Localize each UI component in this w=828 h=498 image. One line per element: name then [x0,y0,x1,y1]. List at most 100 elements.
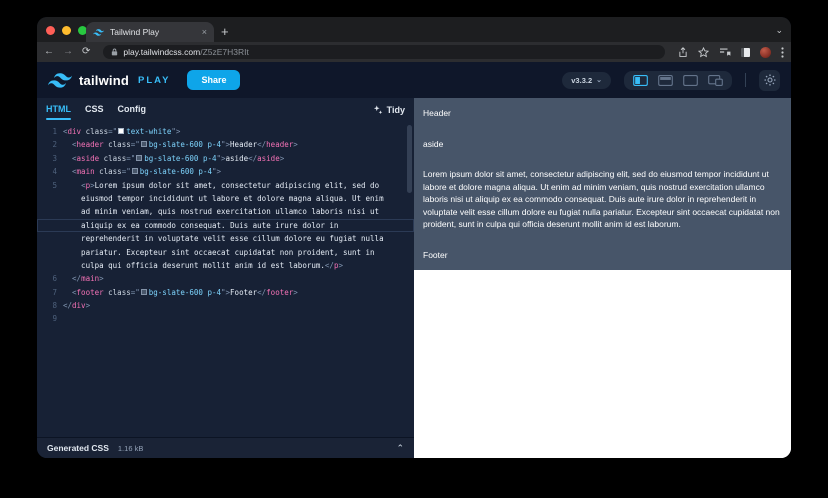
tailwind-play-logo[interactable]: tailwind PLAY [48,73,170,88]
code-text: <header class=" bg-slate-600 p-4">Header<… [72,140,298,150]
code-row[interactable]: culpa qui officia deserunt mollit anim i… [37,259,414,272]
code-editor[interactable]: 1 <div class=" text-white"> 2 <header class… [37,122,414,437]
code-text: <main class=" bg-slate-600 p-4"> [72,167,222,177]
color-swatch[interactable] [118,128,125,134]
line-number: 6 [52,274,57,284]
overflow-menu-icon[interactable] [781,46,784,58]
line-number: 8 [52,301,57,311]
line-number: 9 [52,314,57,324]
code-text: reprehenderit in voluptate velit esse ci… [63,234,384,244]
line-number: 1 [52,127,57,136]
line-number [37,205,57,218]
share-button[interactable]: Share [187,70,241,90]
refresh-icon[interactable]: ⟳ [82,47,90,57]
address-bar[interactable]: play.tailwindcss.com/Z5zE7H3RIt [103,45,665,59]
code-row[interactable]: 4 <main class=" bg-slate-600 p-4"> [37,165,414,178]
playground-body: HTML CSS Config Tidy 1 <div class=" text-whi… [37,98,791,458]
playground-header: tailwind PLAY Share v3.3.2 ⌄ [37,62,791,98]
brand-name: tailwind [79,72,129,88]
browser-tab-strip: Tailwind Play × + ⌄ [37,17,791,42]
line-number: 3 [52,153,57,163]
editor-tab-bar: HTML CSS Config Tidy [37,98,414,122]
tab-config[interactable]: Config [118,98,147,122]
preview-footer-block: Footer [414,239,791,270]
color-swatch[interactable] [140,288,147,295]
code-text: eiusmod tempor incididunt ut labore et d… [63,193,384,203]
traffic-lights [46,26,87,35]
layout-switcher [624,70,732,90]
browser-tab[interactable]: Tailwind Play × [86,22,214,42]
code-row[interactable]: 3 <aside class=" bg-slate-600 p-4">aside<… [37,152,414,165]
tab-html[interactable]: HTML [46,98,71,122]
line-number [37,259,57,272]
layout-split-horizontal-icon[interactable] [658,74,673,86]
sun-icon [763,74,776,86]
url-path: /Z5zE7H3RIt [200,47,249,57]
generated-css-size: 1.16 kB [117,443,144,453]
brand-suffix: PLAY [138,74,171,86]
close-window-button[interactable] [46,26,55,35]
code-row[interactable]: reprehenderit in voluptate velit esse ci… [37,232,414,245]
code-row[interactable]: 6 </main> [37,272,414,285]
forward-icon[interactable]: → [63,47,73,57]
line-number [37,192,57,205]
code-row[interactable]: 8 </div> [37,299,414,312]
bookmark-star-icon[interactable] [698,46,709,58]
editor-scrollbar[interactable] [407,125,412,193]
minimize-window-button[interactable] [62,26,71,35]
generated-css-label: Generated CSS [47,443,109,453]
generated-css-bar[interactable]: Generated CSS 1.16 kB ⌃ [37,437,414,458]
code-text: </main> [72,274,104,284]
code-row[interactable]: ad minim veniam, quis nostrud exercitati… [37,205,414,218]
code-text: <footer class=" bg-slate-600 p-4">Footer<… [72,287,298,297]
code-text: <p>Lorem ipsum dolor sit amet, consectet… [81,180,380,190]
browser-window: Tailwind Play × + ⌄ ← → ⟳ play.tailwindc… [37,17,791,458]
color-swatch[interactable] [140,141,147,148]
code-row[interactable]: 2 <header class=" bg-slate-600 p-4">Heade… [37,138,414,151]
lock-icon [112,48,118,56]
editor-pane: HTML CSS Config Tidy 1 <div class=" text-whi… [37,98,414,458]
theme-toggle-button[interactable] [759,69,780,91]
url-host: play.tailwindcss.com [123,47,201,57]
line-number: 4 [52,167,57,177]
line-number: 5 [52,180,57,190]
layout-preview-only-icon[interactable] [683,74,698,86]
color-swatch[interactable] [136,154,143,161]
code-row[interactable]: 9 [37,312,414,325]
tab-close-icon[interactable]: × [202,27,207,37]
tab-title: Tailwind Play [110,27,160,37]
tidy-button[interactable]: Tidy [373,105,405,115]
header-divider [745,73,746,87]
tab-css[interactable]: CSS [85,98,104,122]
code-row[interactable]: pariatur. Excepteur sint occaecat cupida… [37,246,414,259]
reading-list-icon[interactable] [719,47,731,57]
back-icon[interactable]: ← [44,47,54,57]
code-row[interactable]: 5 <p>Lorem ipsum dolor sit amet, consect… [37,179,414,192]
layout-responsive-mode-icon[interactable] [708,74,723,86]
tailwind-logo-icon [48,72,72,88]
preview-header-block: Header [414,98,791,129]
side-panel-icon[interactable] [741,47,750,57]
code-text: ad minim veniam, quis nostrud exercitati… [63,207,380,217]
share-icon[interactable] [678,46,688,58]
preview-pane: Header aside Lorem ipsum dolor sit amet,… [414,98,791,458]
code-row[interactable]: 7 <footer class=" bg-slate-600 p-4">Foote… [37,286,414,299]
line-number [37,219,57,232]
profile-avatar[interactable] [760,46,771,58]
tidy-label: Tidy [386,105,405,115]
new-tab-button[interactable]: + [221,24,229,40]
line-number [37,246,57,259]
color-swatch[interactable] [131,168,138,175]
code-row[interactable]: aliquip ex ea commodo consequat. Duis au… [37,219,414,232]
preview-main-block: Lorem ipsum dolor sit amet, consectetur … [414,159,791,240]
tailwind-favicon [93,28,104,36]
version-select[interactable]: v3.3.2 ⌄ [562,71,611,89]
layout-split-vertical-icon[interactable] [633,74,648,86]
code-row[interactable]: 1 <div class=" text-white"> [37,125,414,138]
url-text[interactable]: play.tailwindcss.com/Z5zE7H3RIt [123,47,249,57]
tab-strip-chevron-icon[interactable]: ⌄ [775,25,783,36]
chevron-down-icon: ⌄ [596,77,602,84]
code-row[interactable]: eiusmod tempor incididunt ut labore et d… [37,192,414,205]
chevron-up-icon[interactable]: ⌃ [396,443,404,454]
